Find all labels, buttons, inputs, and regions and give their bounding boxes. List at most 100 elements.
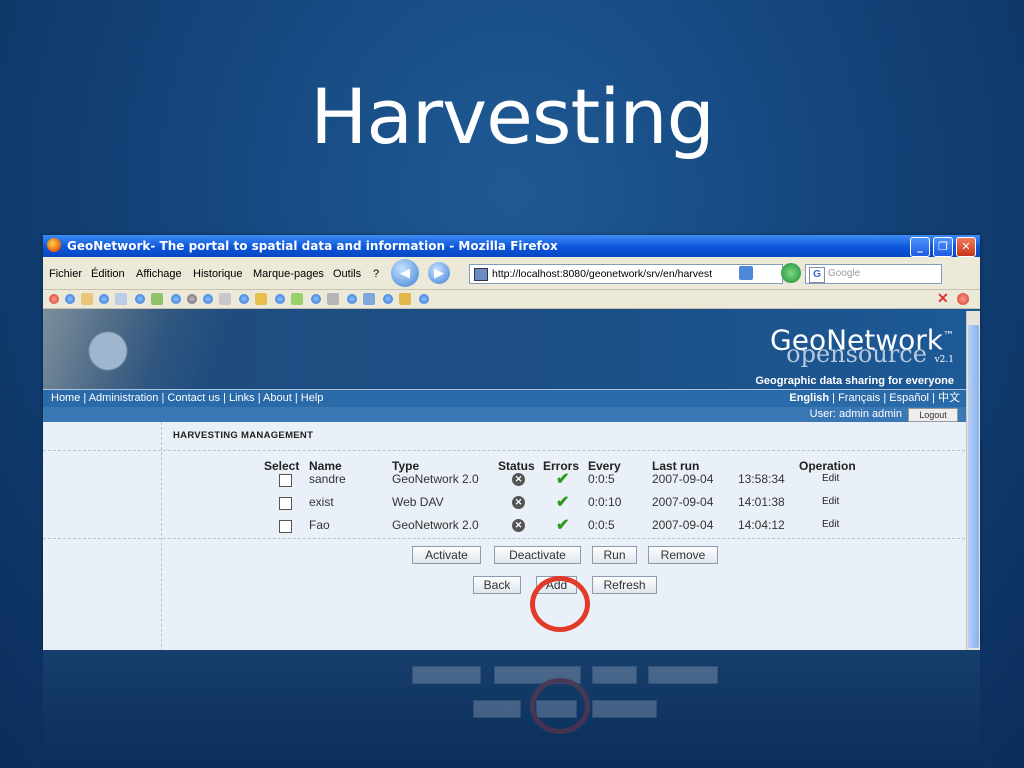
- cube-icon[interactable]: [219, 293, 231, 305]
- mail-icon[interactable]: [81, 293, 93, 305]
- remove-button[interactable]: Remove: [648, 546, 718, 564]
- deactivate-button[interactable]: Deactivate: [494, 546, 581, 564]
- edit-link[interactable]: Edit: [822, 473, 839, 484]
- menu-help[interactable]: ?: [373, 268, 379, 280]
- menu-outils[interactable]: Outils: [333, 268, 361, 280]
- lang-chinese[interactable]: 中文: [938, 392, 960, 404]
- toolbar-dot-icon[interactable]: [239, 294, 249, 304]
- divider: [43, 450, 965, 451]
- logo-tagline: Geographic data sharing for everyone: [755, 375, 954, 388]
- close-toolbar-icon[interactable]: ✕: [937, 290, 949, 307]
- col-every: Every: [588, 459, 621, 473]
- toolbar-dot-icon[interactable]: [383, 294, 393, 304]
- back-button[interactable]: Back: [473, 576, 521, 594]
- wrench-icon[interactable]: [327, 293, 339, 305]
- row-name: sandre: [309, 472, 346, 486]
- left-column-divider: [161, 422, 163, 650]
- row-checkbox[interactable]: [279, 474, 292, 487]
- minimize-button[interactable]: _: [910, 237, 930, 257]
- toolbar-dot-icon[interactable]: [419, 294, 429, 304]
- url-bar[interactable]: http://localhost:8080/geonetwork/srv/en/…: [469, 264, 783, 284]
- logo-version: v2.1: [934, 355, 954, 366]
- refresh-button[interactable]: Refresh: [592, 576, 657, 594]
- logo-sub: opensource: [786, 340, 927, 369]
- row-checkbox[interactable]: [279, 520, 292, 533]
- info-icon[interactable]: [187, 294, 197, 304]
- menu-marque-pages[interactable]: Marque-pages: [253, 268, 324, 280]
- forward-arrow-icon[interactable]: ▶: [428, 262, 450, 284]
- no-errors-check-icon: ✔: [556, 471, 570, 488]
- row-type: GeoNetwork 2.0: [392, 518, 479, 532]
- window-title: GeoNetwork- The portal to spatial data a…: [67, 239, 558, 253]
- edit-link[interactable]: Edit: [822, 496, 839, 507]
- globe-map-image: [43, 309, 253, 389]
- row-last-date: 2007-09-04: [652, 495, 714, 509]
- menu-affichage[interactable]: Affichage: [136, 268, 182, 280]
- browser-window: GeoNetwork- The portal to spatial data a…: [43, 235, 980, 650]
- lang-english[interactable]: English: [789, 392, 829, 404]
- highlight-circle: [530, 576, 590, 632]
- nav-administration[interactable]: Administration: [89, 392, 159, 404]
- maximize-button[interactable]: ❐: [933, 237, 953, 257]
- stop-icon[interactable]: [49, 294, 59, 304]
- back-arrow-icon[interactable]: ◀: [391, 259, 419, 287]
- nav-home[interactable]: Home: [51, 392, 80, 404]
- menu-historique[interactable]: Historique: [193, 268, 243, 280]
- row-type: Web DAV: [392, 495, 444, 509]
- row-last-time: 14:01:38: [738, 495, 785, 509]
- row-name: exist: [309, 495, 334, 509]
- logout-button[interactable]: Logout: [908, 408, 958, 422]
- reflected-activate-button: [412, 666, 481, 684]
- reflected-remove-button: [648, 666, 718, 684]
- lang-espanol[interactable]: Español: [889, 392, 929, 404]
- user-label: User: admin admin: [809, 408, 902, 420]
- image-icon[interactable]: [151, 293, 163, 305]
- site-nav: Home | Administration | Contact us | Lin…: [43, 389, 980, 407]
- geonetwork-logo: GeoNetwork™ opensource v2.1 Geographic d…: [755, 321, 954, 388]
- firefox-icon: [47, 238, 61, 252]
- row-last-time: 14:04:12: [738, 518, 785, 532]
- col-last-run: Last run: [652, 459, 700, 473]
- pencil-icon[interactable]: [255, 293, 267, 305]
- activate-button[interactable]: Activate: [412, 546, 481, 564]
- nav-help[interactable]: Help: [301, 392, 324, 404]
- toolbar-dot-icon[interactable]: [203, 294, 213, 304]
- window-titlebar: GeoNetwork- The portal to spatial data a…: [43, 235, 980, 257]
- search-placeholder: Google: [828, 268, 861, 279]
- menu-fichier[interactable]: Fichier: [49, 268, 82, 280]
- window-icon[interactable]: [115, 293, 127, 305]
- lang-francais[interactable]: Français: [838, 392, 880, 404]
- scrollbar-thumb[interactable]: [968, 325, 979, 648]
- row-every: 0:0:5: [588, 518, 615, 532]
- toolbar-dot-icon[interactable]: [65, 294, 75, 304]
- vertical-scrollbar[interactable]: [966, 311, 980, 650]
- go-icon[interactable]: [781, 263, 801, 283]
- reflection-mirror: [43, 650, 980, 768]
- run-button[interactable]: Run: [592, 546, 637, 564]
- nav-links[interactable]: Links: [229, 392, 255, 404]
- close-window-button[interactable]: ✕: [956, 237, 976, 257]
- row-checkbox[interactable]: [279, 497, 292, 510]
- edit-link[interactable]: Edit: [822, 519, 839, 530]
- rss-icon[interactable]: [739, 266, 753, 280]
- search-box[interactable]: G Google: [805, 264, 942, 284]
- nav-about[interactable]: About: [263, 392, 292, 404]
- toolbar-dot-icon[interactable]: [171, 294, 181, 304]
- toolbar-dot-icon[interactable]: [135, 294, 145, 304]
- toolbar-dot-icon[interactable]: [99, 294, 109, 304]
- status-inactive-icon: ✕: [512, 519, 525, 532]
- menu-edition[interactable]: Édition: [91, 268, 125, 280]
- google-icon: G: [809, 267, 825, 283]
- toolbar-dot-icon[interactable]: [311, 294, 321, 304]
- col-type: Type: [392, 459, 420, 473]
- nav-contact[interactable]: Contact us: [167, 392, 220, 404]
- row-last-date: 2007-09-04: [652, 472, 714, 486]
- toolbar-dot-icon[interactable]: [347, 294, 357, 304]
- key-icon[interactable]: [399, 293, 411, 305]
- toolbar-dot-icon[interactable]: [275, 294, 285, 304]
- divider: [43, 538, 965, 539]
- resize-icon[interactable]: [291, 293, 303, 305]
- screen-icon[interactable]: [363, 293, 375, 305]
- alert-icon[interactable]: [957, 293, 969, 305]
- slide-title: Harvesting: [310, 72, 715, 161]
